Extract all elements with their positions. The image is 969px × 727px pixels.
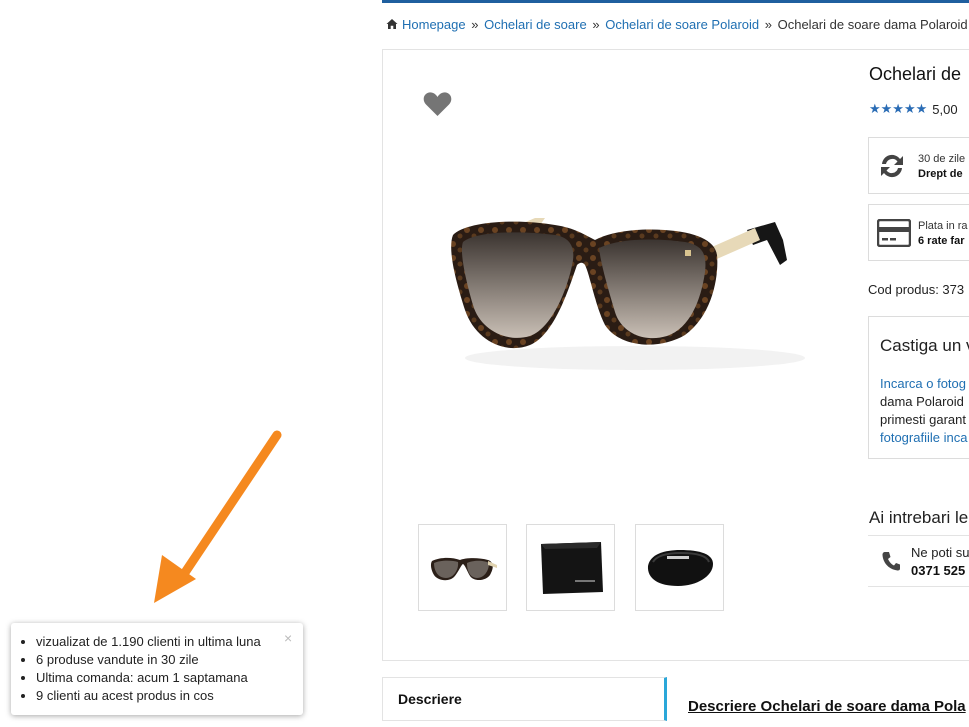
installments-line-2-bold: 6 rate far [918, 235, 965, 247]
product-title: Ochelari de [869, 64, 962, 84]
breadcrumb-separator: » [592, 17, 600, 32]
questions-title: Ai intrebari le [869, 508, 969, 527]
close-icon[interactable]: × [284, 631, 292, 645]
installments-info-box: Plata in ra 6 rate far [868, 204, 969, 261]
returns-line-2: Drept de [918, 167, 963, 182]
breadcrumb-ochelari-de-soare[interactable]: Ochelari de soare [484, 17, 587, 32]
product-code: Cod produs: 373 [868, 282, 965, 297]
photo-contest-text-1: dama Polaroid [880, 394, 964, 409]
phone-number[interactable]: 0371 525 [911, 563, 965, 578]
breadcrumb: Homepage » Ochelari de soare » Ochelari … [386, 17, 968, 32]
breadcrumb-current: Ochelari de soare dama Polaroid [777, 17, 968, 32]
stats-list: vizualizat de 1.190 clienti in ultima lu… [36, 633, 261, 705]
home-icon [386, 19, 398, 29]
breadcrumb-homepage[interactable]: Homepage [402, 17, 466, 32]
breadcrumb-separator: » [471, 17, 479, 32]
photo-contest-text-2: primesti garant [880, 412, 966, 427]
thumbnail-cloth-image [540, 541, 603, 594]
stats-item-sold: 6 produse vandute in 30 zile [36, 651, 261, 669]
thumbnail-sunglasses-image [430, 557, 497, 580]
returns-line-1: 30 de zile [918, 153, 966, 165]
returns-line-2-bold: Drept de [918, 168, 963, 180]
stats-popup: vizualizat de 1.190 clienti in ultima lu… [11, 623, 303, 715]
phone-contact: Ne poti su 0371 525 [868, 535, 969, 587]
stats-item-last-order: Ultima comanda: acum 1 saptamana [36, 669, 261, 687]
photo-contest-box: Castiga un v Incarca o fotog dama Polaro… [868, 316, 969, 459]
installments-line-1: Plata in ra [918, 220, 968, 232]
product-main-image[interactable] [435, 100, 825, 515]
description-heading: Descriere Ochelari de soare dama Pola [688, 698, 966, 715]
stats-item-in-cart: 9 clienti au acest produs in cos [36, 687, 261, 705]
phone-label: Ne poti su [911, 545, 969, 560]
photo-contest-body: Incarca o fotog dama Polaroid primesti g… [880, 375, 967, 447]
credit-card-icon [877, 219, 911, 247]
stats-item-views: vizualizat de 1.190 clienti in ultima lu… [36, 633, 261, 651]
top-accent-bar [382, 0, 969, 3]
breadcrumb-separator: » [764, 17, 772, 32]
rating-stars: ★★★★★ [869, 101, 928, 116]
product-rating[interactable]: ★★★★★ 5,00 [869, 101, 958, 117]
uploaded-photos-link[interactable]: fotografiile inca [880, 429, 967, 447]
phone-icon [882, 552, 900, 571]
thumbnail-case-image [647, 549, 713, 586]
tab-descriere[interactable]: Descriere [382, 677, 667, 721]
thumbnail-case[interactable] [635, 524, 724, 611]
installments-line-2: 6 rate far [918, 234, 964, 249]
returns-info-box: 30 de zile Drept de [868, 137, 969, 194]
annotation-arrow [154, 430, 282, 603]
thumbnail-sunglasses[interactable] [418, 524, 507, 611]
upload-photo-link[interactable]: Incarca o fotog [880, 375, 967, 393]
thumbnail-cleaning-cloth[interactable] [526, 524, 615, 611]
photo-contest-title: Castiga un v [880, 336, 969, 355]
breadcrumb-polaroid[interactable]: Ochelari de soare Polaroid [605, 17, 759, 32]
refresh-icon [881, 154, 903, 178]
rating-value: 5,00 [932, 101, 958, 117]
